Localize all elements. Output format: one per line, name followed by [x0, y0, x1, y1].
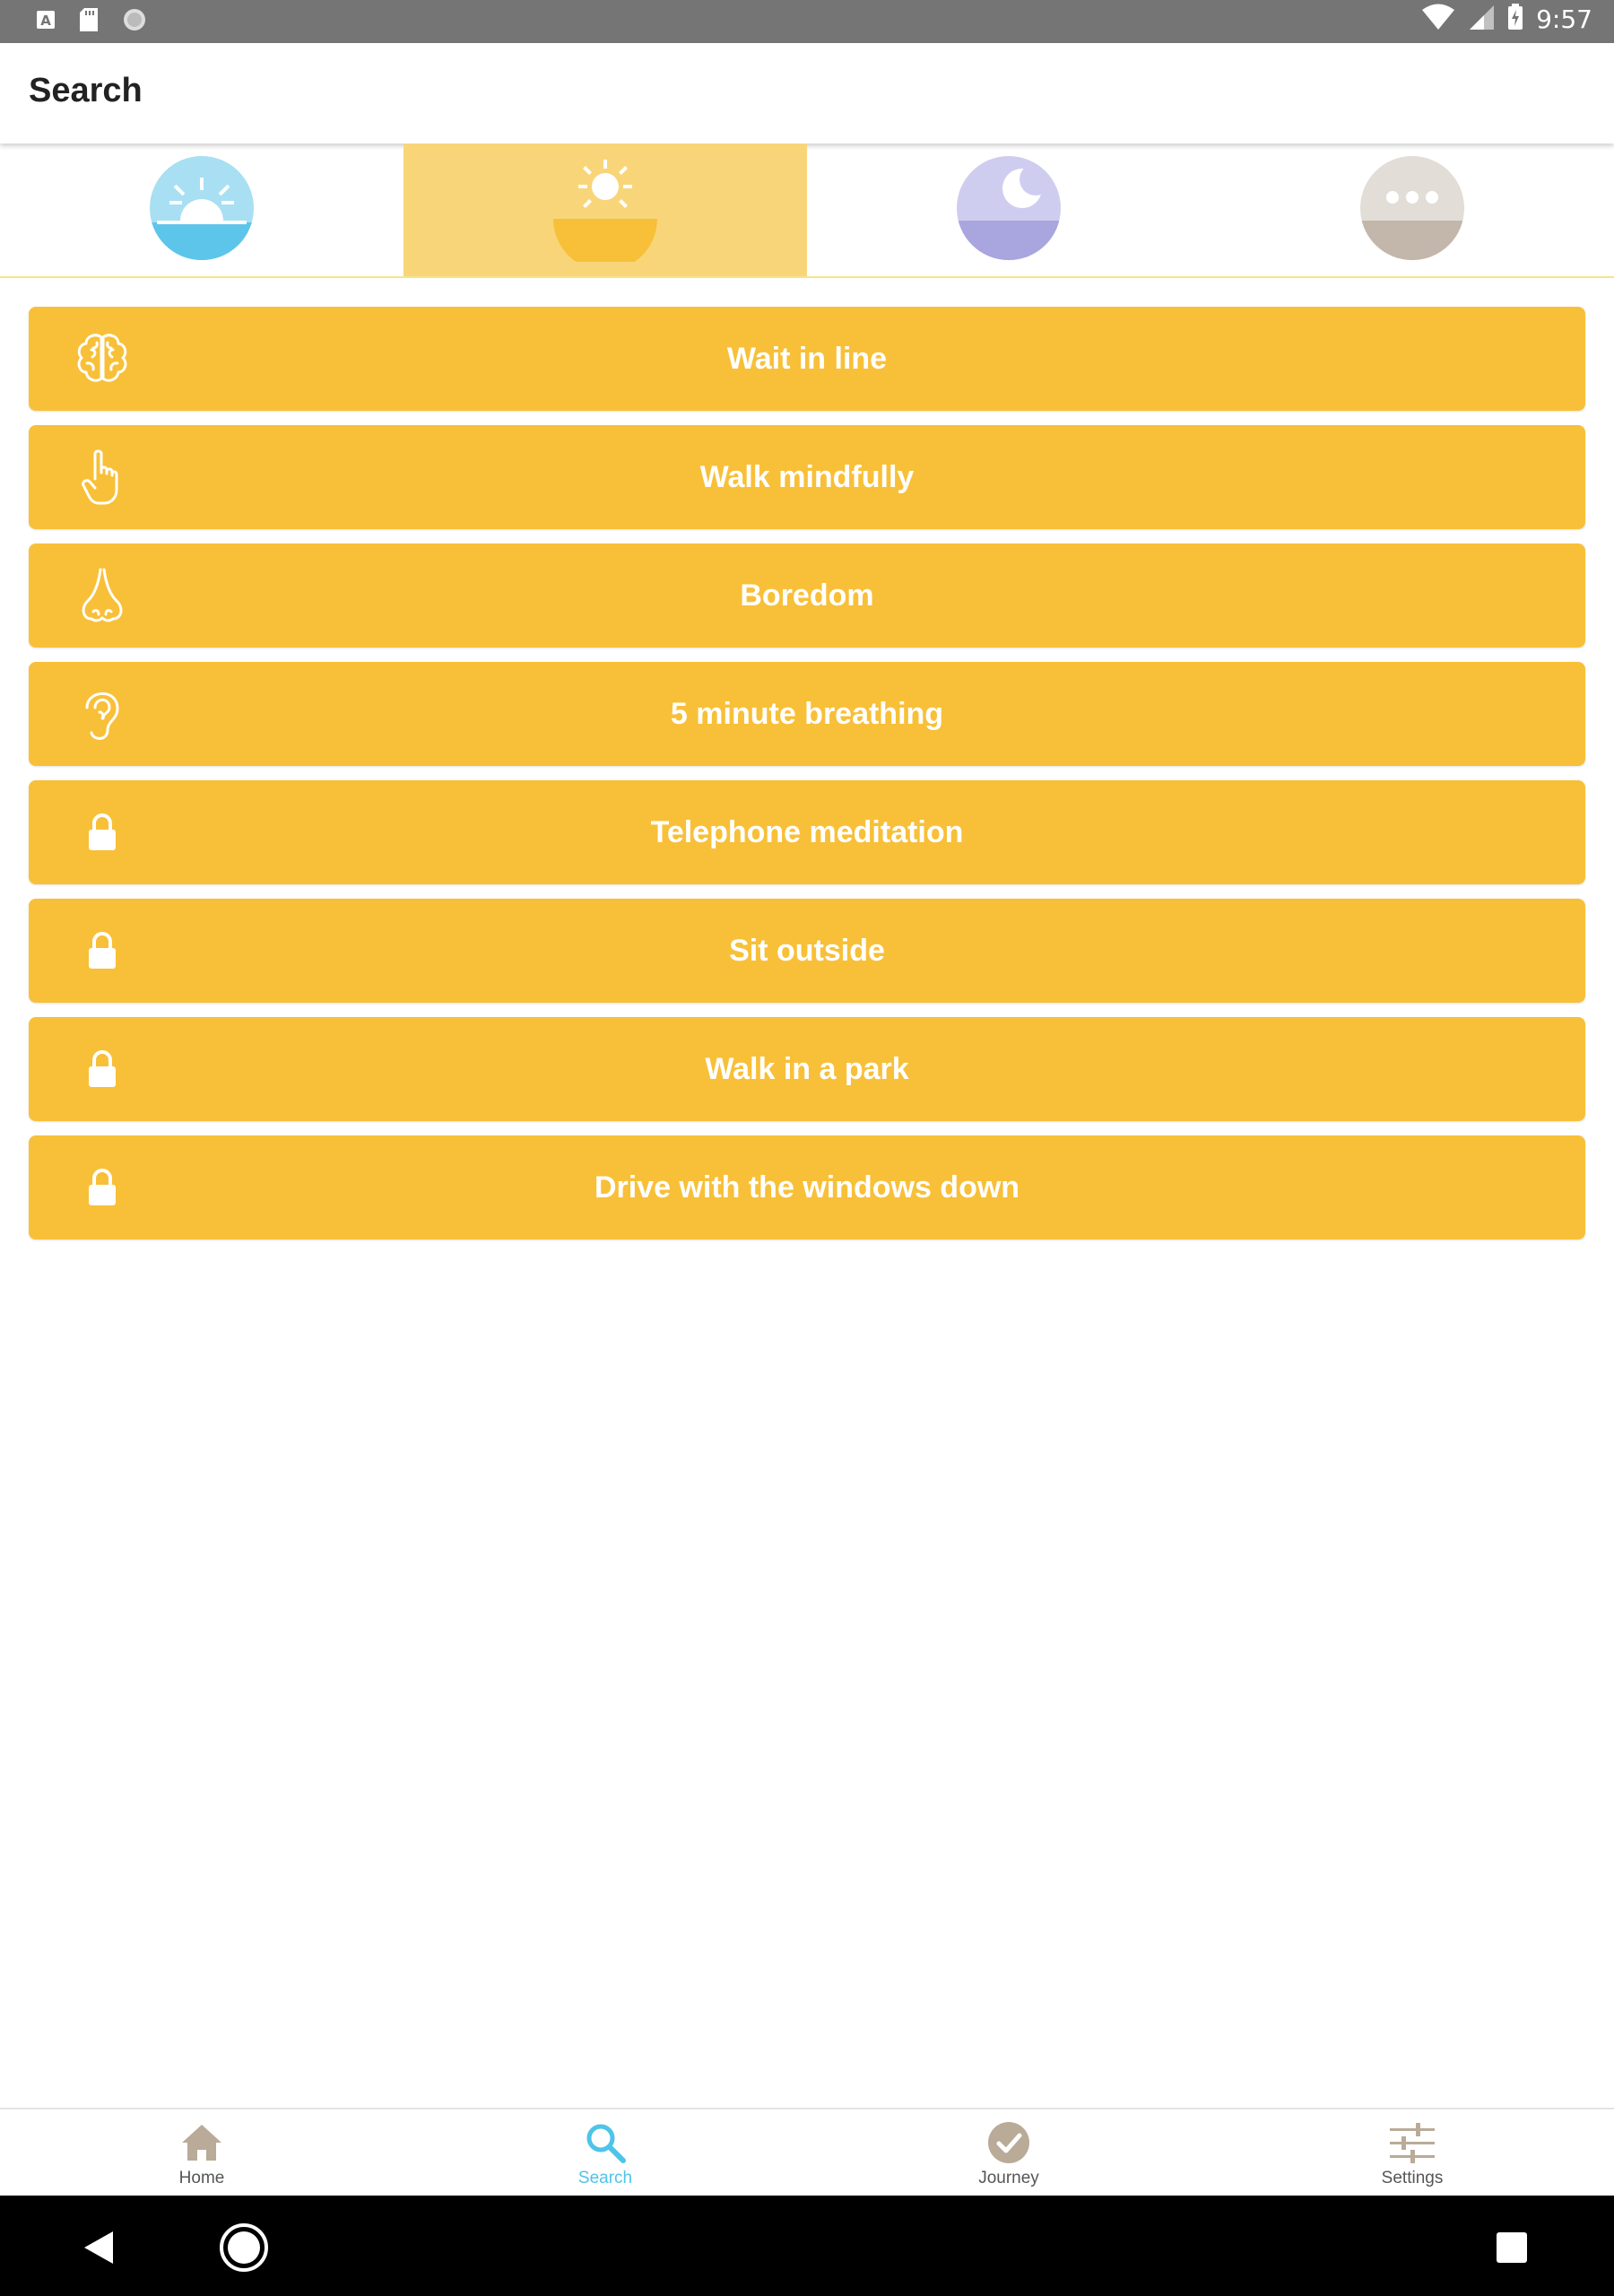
list-item[interactable]: Telephone meditation [29, 780, 1585, 884]
bottom-navigation: Home Search Journey Settings [0, 2108, 1614, 2197]
tab-night[interactable] [807, 144, 1210, 276]
system-navigation-bar [0, 2196, 1614, 2296]
nav-search[interactable]: Search [404, 2109, 807, 2197]
recents-icon[interactable] [1496, 2231, 1528, 2268]
tab-more[interactable] [1210, 144, 1614, 276]
list-item[interactable]: Walk in a park [29, 1017, 1585, 1121]
nav-home[interactable]: Home [0, 2109, 404, 2197]
list-item[interactable]: Drive with the windows down [29, 1135, 1585, 1239]
svg-text:A: A [40, 13, 51, 29]
list-item-label: Boredom [740, 578, 874, 613]
battery-charging-icon [1507, 4, 1523, 35]
list-item-label: Drive with the windows down [594, 1170, 1020, 1205]
back-icon[interactable] [82, 2230, 115, 2270]
sunrise-icon [148, 154, 256, 266]
list-item-label: Walk in a park [705, 1052, 909, 1086]
home-icon [179, 2120, 224, 2165]
status-bar: A 9:57 [0, 0, 1614, 43]
list-item-label: Wait in line [726, 342, 888, 376]
moon-icon [955, 154, 1063, 266]
a-icon: A [36, 10, 56, 34]
sliders-icon [1389, 2120, 1436, 2165]
activity-list: Wait in line Walk mindfully Boredom 5 mi… [29, 307, 1585, 1254]
list-item[interactable]: Wait in line [29, 307, 1585, 411]
sun-icon [551, 154, 659, 271]
list-item[interactable]: Boredom [29, 544, 1585, 648]
home-circle-icon[interactable] [219, 2222, 269, 2277]
nav-settings-label: Settings [1381, 2169, 1444, 2187]
app-bar: Search [0, 43, 1614, 144]
list-item[interactable]: Sit outside [29, 899, 1585, 1003]
sd-card-icon [79, 7, 99, 37]
wifi-icon [1421, 4, 1455, 35]
list-item-label: Telephone meditation [650, 815, 964, 849]
nav-journey-label: Journey [978, 2169, 1039, 2187]
list-item-label: 5 minute breathing [670, 697, 944, 731]
list-item-label: Sit outside [729, 934, 885, 968]
signal-icon [1468, 4, 1495, 35]
nav-home-label: Home [178, 2169, 225, 2187]
time-of-day-tabs [0, 144, 1614, 278]
check-circle-icon [987, 2120, 1030, 2165]
page-title: Search [29, 72, 143, 109]
nav-search-label: Search [577, 2169, 633, 2187]
tab-sunrise[interactable] [0, 144, 404, 276]
circle-icon [122, 7, 147, 37]
list-item[interactable]: Walk mindfully [29, 425, 1585, 529]
status-time: 9:57 [1536, 4, 1592, 34]
nav-settings[interactable]: Settings [1210, 2109, 1614, 2197]
list-item[interactable]: 5 minute breathing [29, 662, 1585, 766]
list-item-label: Walk mindfully [699, 460, 915, 494]
nav-journey[interactable]: Journey [807, 2109, 1210, 2197]
tab-midday[interactable] [404, 144, 807, 276]
more-icon [1358, 154, 1466, 266]
search-icon [584, 2120, 627, 2165]
